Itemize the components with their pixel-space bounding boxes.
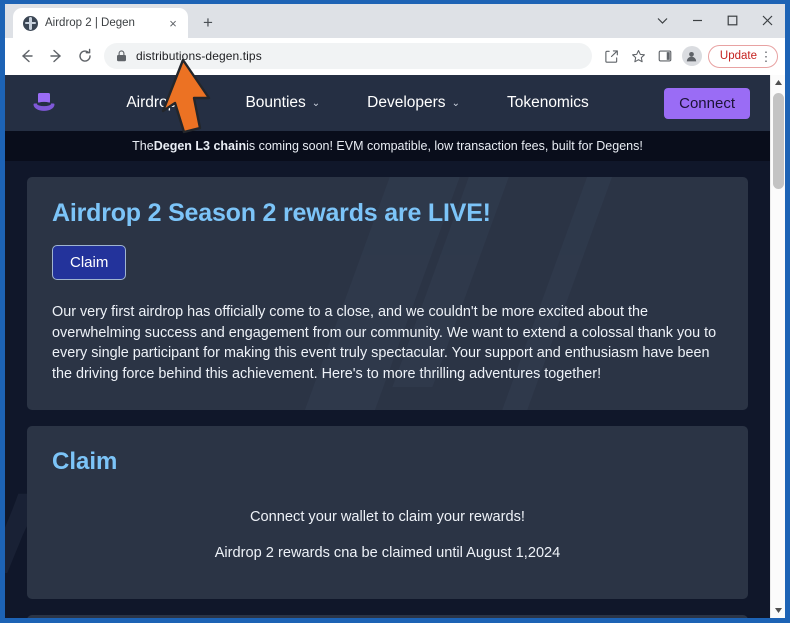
claim-deadline: Airdrop 2 rewards cna be claimed until A… <box>214 545 561 562</box>
share-icon[interactable] <box>599 44 624 69</box>
tab-title: Airdrop 2 | Degen <box>45 17 135 29</box>
hero-paragraph: Our very first airdrop has officially co… <box>52 304 717 382</box>
chrome-window: Airdrop 2 | Degen × + distributions-dege… <box>5 4 785 618</box>
nav-links: Airdrops ⌄ Bounties ⌄ Developers ⌄ Token… <box>61 94 664 112</box>
top-hat-logo[interactable] <box>27 86 61 120</box>
announcement-banner: The Degen L3 chain is coming soon! EVM c… <box>5 131 770 161</box>
announcement-bold: Degen L3 chain <box>153 139 247 153</box>
nav-item-label: Airdrops <box>126 94 185 111</box>
page-content: Airdrop 2 Season 2 rewards are LIVE! Cla… <box>5 161 770 618</box>
update-button[interactable]: Update ⋮ <box>707 44 778 68</box>
close-window-button[interactable] <box>750 4 785 37</box>
nav-item-bounties[interactable]: Bounties ⌄ <box>245 94 320 112</box>
globe-icon <box>23 15 38 31</box>
kebab-menu-icon[interactable]: ⋮ <box>759 50 773 63</box>
connect-wallet-button[interactable]: Connect <box>664 87 750 119</box>
update-label: Update <box>719 50 757 62</box>
scrollbar-thumb[interactable] <box>773 93 784 189</box>
scroll-up-arrow[interactable] <box>771 75 785 90</box>
minimize-button[interactable] <box>680 4 715 37</box>
announcement-suffix: is coming soon! EVM compatible, low tran… <box>246 139 643 153</box>
claim-button[interactable]: Claim <box>52 245 127 280</box>
url-text: distributions-degen.tips <box>136 49 262 63</box>
chevron-down-icon: ⌄ <box>190 98 199 109</box>
browser-window-frame: Airdrop 2 | Degen × + distributions-dege… <box>0 0 790 623</box>
tab-search-icon[interactable] <box>645 4 680 37</box>
page-scrollbar[interactable] <box>770 75 785 618</box>
site-navbar: Airdrops ⌄ Bounties ⌄ Developers ⌄ Token… <box>5 75 770 131</box>
back-button[interactable] <box>13 43 40 70</box>
star-icon[interactable] <box>626 44 651 69</box>
claim-card: Claim Connect your wallet to claim your … <box>27 426 748 600</box>
claim-instruction: Connect your wallet to claim your reward… <box>250 509 525 526</box>
address-bar[interactable]: distributions-degen.tips <box>104 43 592 69</box>
scroll-down-arrow[interactable] <box>771 603 785 618</box>
nav-item-label: Developers <box>367 94 446 111</box>
hero-card: Airdrop 2 Season 2 rewards are LIVE! Cla… <box>27 177 748 411</box>
tab-strip: Airdrop 2 | Degen × + <box>5 4 785 38</box>
forward-button[interactable] <box>42 43 69 70</box>
web-page: risk.com risk.com Airdrops <box>5 75 770 618</box>
hero-heading: Airdrop 2 Season 2 rewards are LIVE! <box>52 199 491 227</box>
nav-item-developers[interactable]: Developers ⌄ <box>367 94 460 112</box>
browser-tab[interactable]: Airdrop 2 | Degen × <box>13 8 188 38</box>
leaderboard-card: Leaderboard <box>27 615 748 618</box>
padlock-icon <box>116 50 127 62</box>
chevron-down-icon: ⌄ <box>451 98 460 109</box>
maximize-button[interactable] <box>715 4 750 37</box>
nav-item-airdrops[interactable]: Airdrops ⌄ <box>126 94 198 112</box>
profile-avatar-icon[interactable] <box>681 46 702 66</box>
close-icon[interactable]: × <box>165 15 181 31</box>
nav-item-label: Tokenomics <box>506 94 589 111</box>
page-viewport: risk.com risk.com Airdrops <box>5 75 785 618</box>
announcement-prefix: The <box>132 139 154 153</box>
nav-item-tokenomics[interactable]: Tokenomics <box>507 94 589 112</box>
claim-heading: Claim <box>52 448 118 476</box>
nav-item-label: Bounties <box>245 94 306 111</box>
browser-toolbar: distributions-degen.tips Update ⋮ <box>5 38 785 75</box>
reload-button[interactable] <box>71 43 98 70</box>
chevron-down-icon: ⌄ <box>311 98 321 109</box>
window-controls <box>645 4 785 37</box>
new-tab-button[interactable]: + <box>194 9 222 37</box>
side-panel-icon[interactable] <box>653 44 678 69</box>
